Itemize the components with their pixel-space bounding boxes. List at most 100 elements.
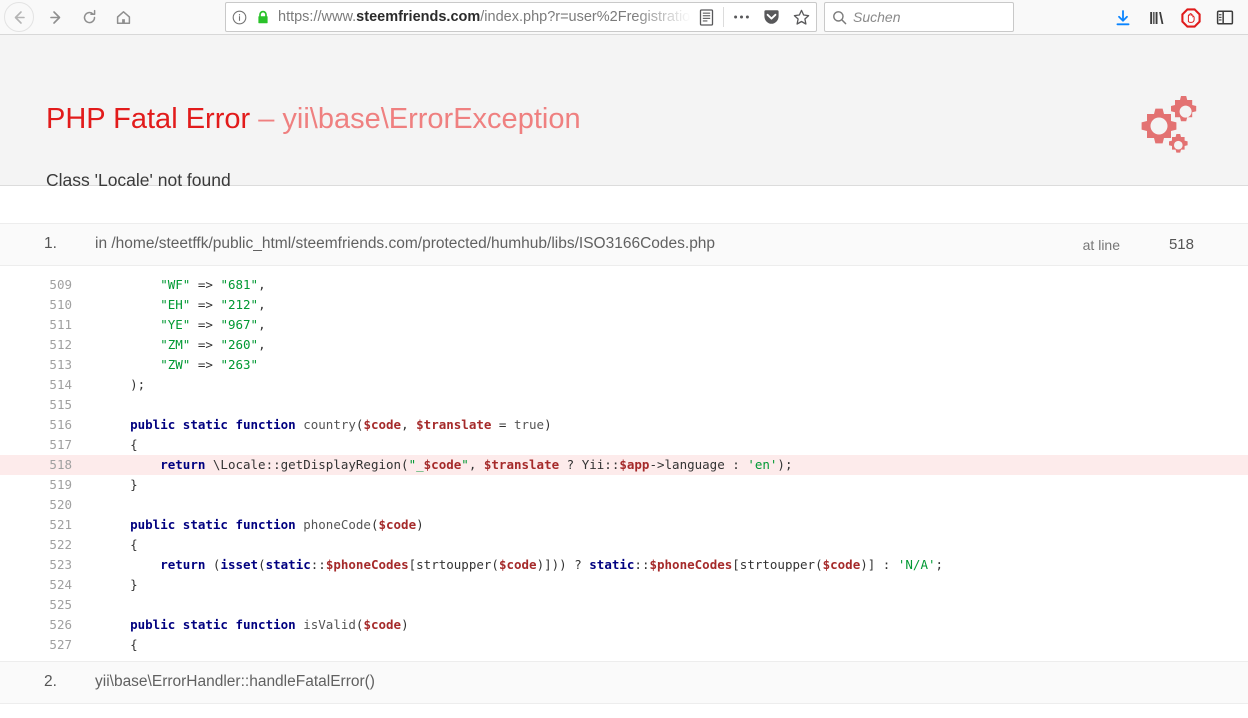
home-icon	[116, 10, 130, 24]
code-line-source: return (isset(static::$phoneCodes[strtou…	[160, 557, 944, 572]
reader-icon	[699, 8, 713, 26]
search-bar[interactable]: Suchen	[824, 2, 1014, 32]
forward-button[interactable]	[38, 2, 72, 32]
code-line-number: 514	[49, 377, 72, 392]
code-line: 511 "YE" => "967",	[0, 315, 1248, 335]
stack-frame-path: in /home/steetffk/public_html/steemfrien…	[95, 235, 716, 252]
code-line: 524 }	[0, 575, 1248, 595]
error-title-dash: –	[250, 103, 283, 135]
reload-button[interactable]	[72, 2, 106, 32]
code-line: 514 );	[0, 375, 1248, 395]
ellipsis-icon	[733, 15, 749, 19]
code-line-number: 522	[49, 537, 72, 552]
sidebar-icon	[1216, 10, 1234, 25]
reader-view-icon[interactable]	[691, 3, 721, 31]
arrow-right-icon	[49, 10, 60, 24]
code-line-source: public static function phoneCode($code)	[130, 517, 424, 532]
code-line-source: }	[100, 477, 138, 492]
code-line-number: 509	[49, 277, 72, 292]
code-line: 525	[0, 595, 1248, 615]
code-line: 519 }	[0, 475, 1248, 495]
pocket-shield-icon	[763, 10, 779, 24]
back-button[interactable]	[4, 2, 34, 32]
code-line-source: "EH" => "212",	[160, 297, 266, 312]
at-line-label: at line	[1082, 237, 1120, 253]
code-line: 509 "WF" => "681",	[0, 275, 1248, 295]
library-button[interactable]	[1140, 2, 1174, 34]
error-exception-class: yii\base\ErrorException	[282, 103, 581, 135]
error-title-main: PHP Fatal Error	[46, 103, 251, 135]
code-line-source: {	[100, 637, 138, 652]
gears-decoration-icon	[1141, 96, 1197, 153]
pocket-icon[interactable]	[756, 3, 786, 31]
code-line-source: "ZW" => "263"	[160, 357, 259, 372]
stack-frame-number: 2.	[44, 673, 57, 690]
code-line-source: "YE" => "967",	[160, 317, 266, 332]
arrow-left-icon	[14, 10, 25, 24]
ublock-shield-icon	[1181, 7, 1201, 28]
browser-action-icons	[1106, 0, 1242, 35]
code-line: 517 {	[0, 435, 1248, 455]
code-line: 515	[0, 395, 1248, 415]
code-line-number: 515	[49, 397, 72, 412]
code-line: 523 return (isset(static::$phoneCodes[st…	[0, 555, 1248, 575]
downloads-button[interactable]	[1106, 2, 1140, 34]
stack-frame-1[interactable]: 1. in /home/steetffk/public_html/steemfr…	[0, 223, 1248, 266]
code-line-source: {	[100, 437, 138, 452]
navigation-buttons	[0, 2, 140, 32]
code-line-number: 527	[49, 637, 72, 652]
magnifier-icon	[832, 10, 846, 24]
code-line-number: 521	[49, 517, 72, 532]
home-button[interactable]	[106, 2, 140, 32]
code-snippet: 509 "WF" => "681", 510 "EH" => "212", 511 …	[0, 266, 1248, 661]
ublock-origin-button[interactable]	[1174, 2, 1208, 34]
code-line-source: "WF" => "681",	[160, 277, 266, 292]
browser-toolbar: https://www.steemfriends.com/index.php?r…	[0, 0, 1248, 35]
lock-icon	[258, 10, 268, 23]
code-line-source: );	[100, 377, 146, 392]
code-line: 513 "ZW" => "263"	[0, 355, 1248, 375]
code-line-source: return \Locale::getDisplayRegion("_$code…	[160, 457, 793, 472]
url-text[interactable]: https://www.steemfriends.com/index.php?r…	[274, 9, 691, 25]
code-line-number: 512	[49, 337, 72, 352]
download-arrow-icon	[1116, 9, 1130, 25]
search-input[interactable]: Suchen	[853, 9, 900, 25]
code-line-number: 519	[49, 477, 72, 492]
code-line-number: 511	[49, 317, 72, 332]
code-line-number: 523	[49, 557, 72, 572]
code-line: 520	[0, 495, 1248, 515]
stack-frame-line-number: 518	[1168, 236, 1194, 253]
site-info-icon[interactable]	[226, 10, 252, 25]
code-line-source: }	[100, 577, 138, 592]
code-line-source: public static function isValid($code)	[130, 617, 409, 632]
code-line-number: 525	[49, 597, 72, 612]
page-actions-icon[interactable]	[726, 3, 756, 31]
library-books-icon	[1150, 11, 1164, 24]
star-icon	[793, 9, 809, 25]
error-header: PHP Fatal Error – yii\base\ErrorExceptio…	[0, 35, 1248, 189]
bookmark-star-icon[interactable]	[786, 3, 816, 31]
reload-icon	[83, 9, 95, 23]
code-line-number: 516	[49, 417, 72, 432]
code-line: 527 {	[0, 635, 1248, 655]
code-line-number: 513	[49, 357, 72, 372]
secure-lock-icon	[252, 10, 274, 25]
code-line: 510 "EH" => "212",	[0, 295, 1248, 315]
error-message: Class 'Locale' not found	[46, 170, 231, 190]
code-line: 516 public static function country($code…	[0, 415, 1248, 435]
url-path: /index.php?r=user%2Fregistratio	[480, 9, 691, 25]
stack-frame-2[interactable]: 2. yii\base\ErrorHandler::handleFatalErr…	[0, 661, 1248, 704]
sidebar-toggle-button[interactable]	[1208, 2, 1242, 34]
code-line-number: 518	[49, 457, 72, 472]
code-line: 522 {	[0, 535, 1248, 555]
url-host: steemfriends.com	[356, 9, 481, 25]
code-line-number: 526	[49, 617, 72, 632]
code-line: 512 "ZM" => "260",	[0, 335, 1248, 355]
address-bar[interactable]: https://www.steemfriends.com/index.php?r…	[225, 2, 817, 32]
url-prefix: https://www.	[278, 9, 357, 25]
code-line: 526 public static function isValid($code…	[0, 615, 1248, 635]
code-line-source: "ZM" => "260",	[160, 337, 266, 352]
stack-top-spacer	[0, 186, 1248, 223]
address-bar-actions	[691, 3, 816, 31]
stack-frame-method: yii\base\ErrorHandler::handleFatalError(…	[95, 673, 375, 690]
